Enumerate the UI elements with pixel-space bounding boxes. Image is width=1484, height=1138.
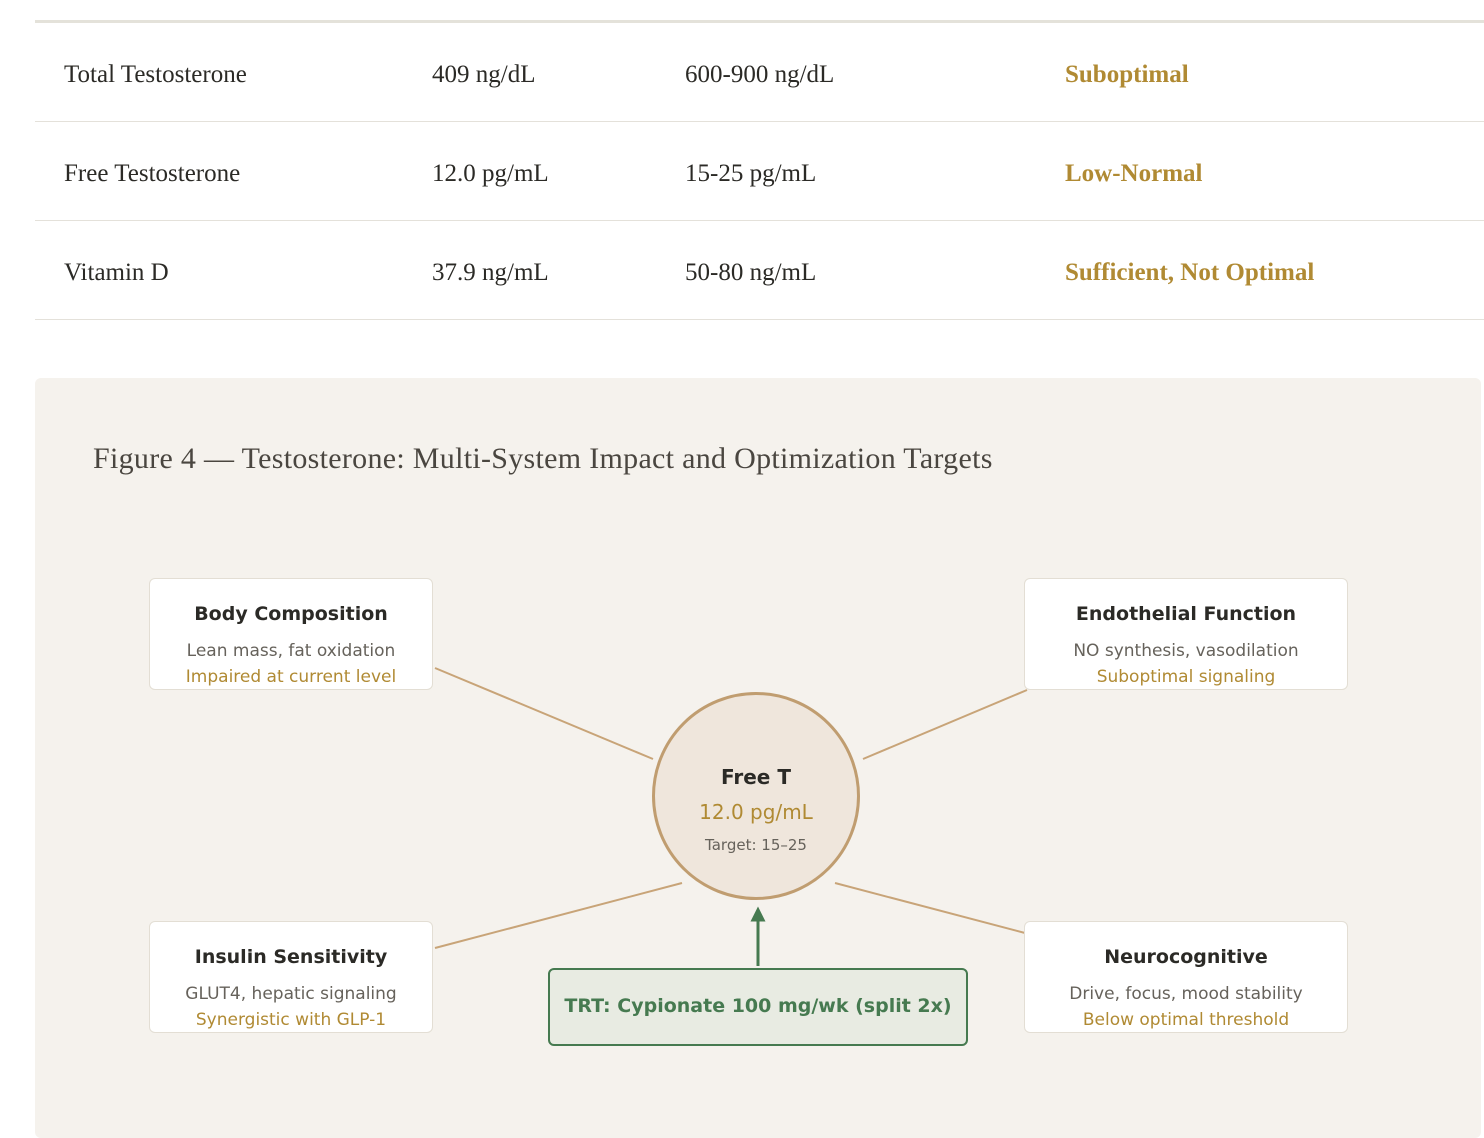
node-neurocognitive: Neurocognitive Drive, focus, mood stabil… — [1024, 921, 1348, 1033]
node-status-note: Suboptimal signaling — [1096, 667, 1276, 687]
table-row: Vitamin D 37.9 ng/mL 50-80 ng/mL Suffici… — [35, 221, 1484, 320]
node-description: GLUT4, hepatic signaling — [185, 984, 397, 1004]
marker-name: Free Testosterone — [64, 160, 241, 187]
node-description: Drive, focus, mood stability — [1069, 984, 1303, 1004]
table-row: Total Testosterone 409 ng/dL 600-900 ng/… — [35, 23, 1484, 122]
table-row: Free Testosterone 12.0 pg/mL 15-25 pg/mL… — [35, 122, 1484, 221]
node-title: Body Composition — [194, 603, 388, 625]
optimal-range: 600-900 ng/dL — [685, 61, 835, 88]
node-title: Neurocognitive — [1104, 946, 1268, 968]
connector-neurocognitive — [834, 882, 1026, 934]
marker-name: Vitamin D — [64, 259, 169, 286]
node-insulin-sensitivity: Insulin Sensitivity GLUT4, hepatic signa… — [149, 921, 433, 1033]
node-status-note: Synergistic with GLP-1 — [195, 1010, 387, 1030]
node-title: Insulin Sensitivity — [194, 946, 388, 968]
connector-body-composition — [434, 667, 654, 760]
optimal-range: 15-25 pg/mL — [685, 160, 817, 187]
node-body-composition: Body Composition Lean mass, fat oxidatio… — [149, 578, 433, 690]
node-status-note: Below optimal threshold — [1082, 1010, 1290, 1030]
center-title: Free T — [721, 765, 791, 789]
center-node-free-t: Free T 12.0 pg/mL Target: 15–25 — [652, 692, 860, 900]
marker-value: 12.0 pg/mL — [432, 160, 549, 187]
node-title: Endothelial Function — [1075, 603, 1297, 625]
status-label: Suboptimal — [1065, 61, 1189, 88]
node-status-note: Impaired at current level — [185, 667, 397, 687]
optimal-range: 50-80 ng/mL — [685, 259, 817, 286]
status-label: Sufficient, Not Optimal — [1065, 259, 1315, 286]
connector-insulin-sensitivity — [434, 882, 683, 949]
connector-endothelial-function — [862, 689, 1028, 760]
node-endothelial-function: Endothelial Function NO synthesis, vasod… — [1024, 578, 1348, 690]
figure-panel: Figure 4 — Testosterone: Multi-System Im… — [35, 378, 1481, 1138]
intervention-box: TRT: Cypionate 100 mg/wk (split 2x) — [548, 968, 968, 1046]
node-description: NO synthesis, vasodilation — [1073, 641, 1299, 661]
lab-results-table: Total Testosterone 409 ng/dL 600-900 ng/… — [35, 20, 1484, 320]
status-label: Low-Normal — [1065, 160, 1203, 187]
center-value: 12.0 pg/mL — [699, 800, 813, 824]
marker-value: 409 ng/dL — [432, 61, 536, 88]
center-target: Target: 15–25 — [705, 836, 807, 854]
marker-value: 37.9 ng/mL — [432, 259, 549, 286]
node-description: Lean mass, fat oxidation — [186, 641, 396, 661]
marker-name: Total Testosterone — [64, 61, 247, 88]
